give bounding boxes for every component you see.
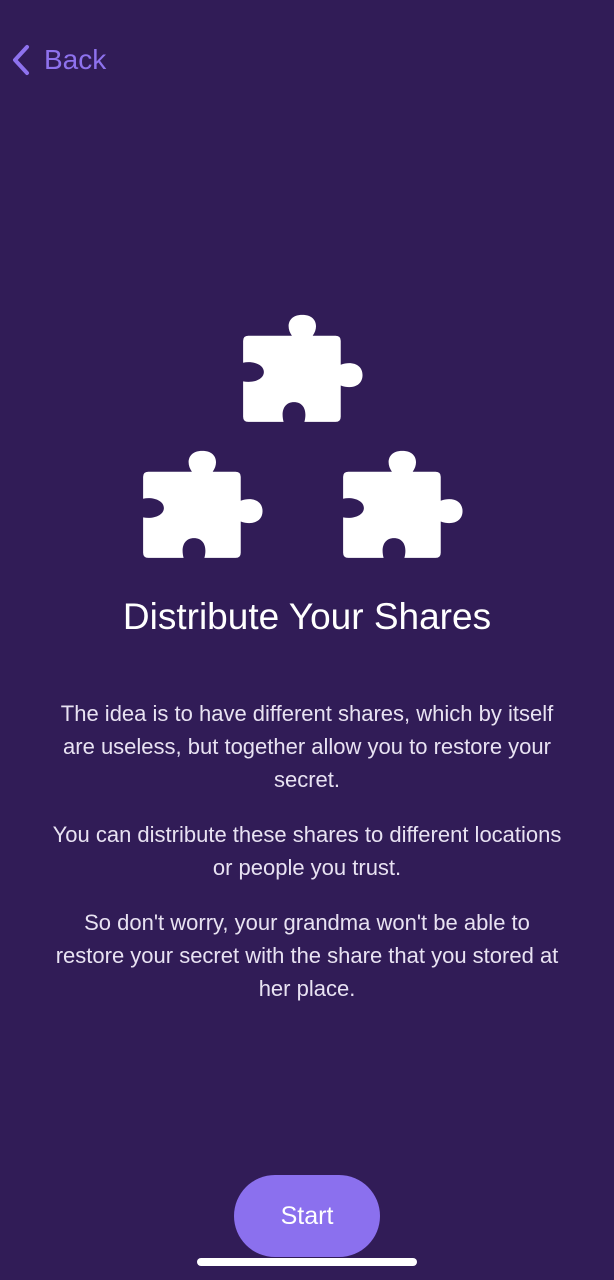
description-paragraph: So don't worry, your grandma won't be ab… [55,910,559,1001]
chevron-left-icon [13,45,29,75]
back-label: Back [44,44,107,75]
description-paragraph: You can distribute these shares to diffe… [52,822,562,880]
description-paragraph: The idea is to have different shares, wh… [60,701,554,792]
page-title: Distribute Your Shares [122,596,492,637]
puzzle-piece-icon [240,290,375,425]
home-indicator [197,1258,417,1266]
back-button[interactable]: Back [10,40,106,80]
puzzle-illustration [0,290,614,565]
start-button[interactable]: Start [234,1175,380,1257]
puzzle-piece-icon [340,426,475,561]
puzzle-piece-icon [140,426,275,561]
description: The idea is to have different shares, wh… [52,697,562,1027]
